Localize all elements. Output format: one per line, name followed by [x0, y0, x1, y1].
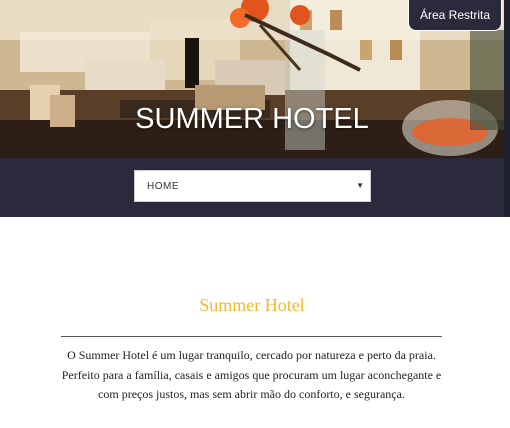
- navigation-bar: HOME ▼: [0, 158, 504, 217]
- nav-selected-value: HOME: [147, 180, 179, 192]
- hotel-description: O Summer Hotel é um lugar tranquilo, cer…: [61, 348, 442, 401]
- title-divider: [61, 336, 442, 337]
- chevron-down-icon: ▼: [356, 181, 364, 190]
- restricted-area-button[interactable]: Área Restrita: [408, 0, 502, 31]
- hotel-name-heading: SUMMER HOTEL: [135, 103, 369, 135]
- section-title: Summer Hotel: [199, 295, 305, 315]
- nav-page-select[interactable]: HOME ▼: [134, 170, 371, 202]
- page-edge-strip: [504, 0, 510, 217]
